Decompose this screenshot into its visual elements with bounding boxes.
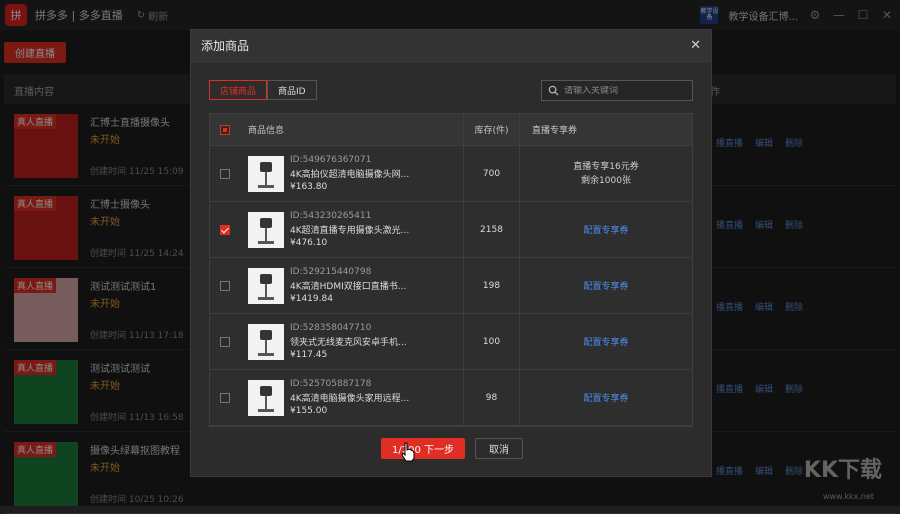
- product-price: ¥1419.84: [290, 294, 333, 304]
- product-id: ID:549676367071: [290, 155, 372, 165]
- add-product-dialog: 添加商品 ✕ 店铺商品 商品ID 商品信息 库存(件) 直播专享券 ID:549…: [190, 29, 712, 477]
- product-image: [248, 211, 284, 248]
- table-row[interactable]: ID:525705887178 4K高清电脑摄像头家用远程... ¥155.00…: [210, 370, 692, 426]
- product-price: ¥155.00: [290, 406, 328, 416]
- configure-coupon-link[interactable]: 配置专享券: [583, 335, 628, 348]
- product-table: 商品信息 库存(件) 直播专享券 ID:549676367071 4K高拍仪超清…: [209, 113, 693, 427]
- table-row[interactable]: ID:528358047710 领夹式无线麦克风安卓手机... ¥117.45 …: [210, 314, 692, 370]
- product-checkbox[interactable]: [220, 280, 230, 291]
- tab-store-products[interactable]: 店铺商品: [209, 80, 268, 100]
- product-id: ID:543230265411: [290, 211, 372, 221]
- camera-icon: [260, 161, 272, 172]
- watermark-logo: KK下载: [803, 458, 882, 483]
- table-row[interactable]: ID:549676367071 4K高拍仪超清电脑摄像头网... ¥163.80…: [210, 146, 692, 202]
- camera-icon: [260, 217, 272, 228]
- product-id: ID:529215440798: [290, 267, 372, 277]
- configure-coupon-link[interactable]: 配置专享券: [583, 391, 628, 404]
- product-stock: 198: [482, 280, 501, 291]
- camera-icon: [260, 273, 272, 284]
- column-header-info: 商品信息: [248, 126, 285, 136]
- product-stock: 2158: [480, 224, 503, 235]
- product-stock: 700: [482, 168, 501, 179]
- product-name: 4K高拍仪超清电脑摄像头网...: [290, 170, 410, 180]
- next-step-button[interactable]: 1/200 下一步: [381, 438, 465, 459]
- table-row[interactable]: ID:529215440798 4K高清HDMI双接口直播书... ¥1419.…: [210, 258, 692, 314]
- watermark-url: www.kkx.net: [822, 492, 874, 501]
- product-tabs: 店铺商品 商品ID: [209, 80, 317, 100]
- product-checkbox[interactable]: [220, 336, 230, 347]
- product-stock: 98: [485, 392, 498, 403]
- search-icon: [548, 85, 559, 96]
- column-header-stock: 库存(件): [474, 126, 509, 136]
- dialog-header: 添加商品: [191, 30, 711, 62]
- product-checkbox[interactable]: [220, 224, 230, 235]
- product-rows: ID:549676367071 4K高拍仪超清电脑摄像头网... ¥163.80…: [210, 146, 692, 426]
- product-id: ID:525705887178: [290, 379, 372, 389]
- column-header-coupon: 直播专享券: [532, 126, 578, 136]
- product-name: 4K高清HDMI双接口直播书...: [290, 282, 407, 292]
- table-header: 商品信息 库存(件) 直播专享券: [210, 114, 692, 146]
- configure-coupon-link[interactable]: 配置专享券: [583, 223, 628, 236]
- hand-cursor-icon: [401, 442, 415, 462]
- product-checkbox[interactable]: [220, 392, 230, 403]
- product-price: ¥117.45: [290, 350, 328, 360]
- tab-product-id[interactable]: 商品ID: [267, 80, 317, 100]
- configure-coupon-link[interactable]: 配置专享券: [583, 279, 628, 292]
- cancel-button[interactable]: 取消: [475, 438, 523, 459]
- camera-icon: [260, 385, 272, 396]
- product-name: 4K高清电脑摄像头家用远程...: [290, 394, 410, 404]
- product-stock: 100: [482, 336, 501, 347]
- close-icon[interactable]: ✕: [690, 38, 701, 53]
- product-image: [248, 379, 284, 416]
- product-image: [248, 267, 284, 304]
- product-image: [248, 323, 284, 360]
- search-input[interactable]: [564, 85, 684, 96]
- product-name: 领夹式无线麦克风安卓手机...: [290, 338, 407, 348]
- table-row[interactable]: ID:543230265411 4K超清直播专用摄像头激光... ¥476.10…: [210, 202, 692, 258]
- camera-icon: [260, 329, 272, 340]
- product-price: ¥163.80: [290, 182, 328, 192]
- product-id: ID:528358047710: [290, 323, 372, 333]
- coupon-info: 剩余1000张: [581, 175, 631, 186]
- dialog-footer: 1/200 下一步 取消: [191, 438, 713, 459]
- dialog-title: 添加商品: [201, 39, 250, 53]
- product-checkbox[interactable]: [220, 168, 230, 179]
- select-all-checkbox[interactable]: [220, 124, 230, 135]
- search-box[interactable]: [541, 80, 693, 101]
- product-image: [248, 155, 284, 192]
- product-name: 4K超清直播专用摄像头激光...: [290, 226, 410, 236]
- product-price: ¥476.10: [290, 238, 328, 248]
- coupon-info: 直播专享16元券: [573, 161, 639, 172]
